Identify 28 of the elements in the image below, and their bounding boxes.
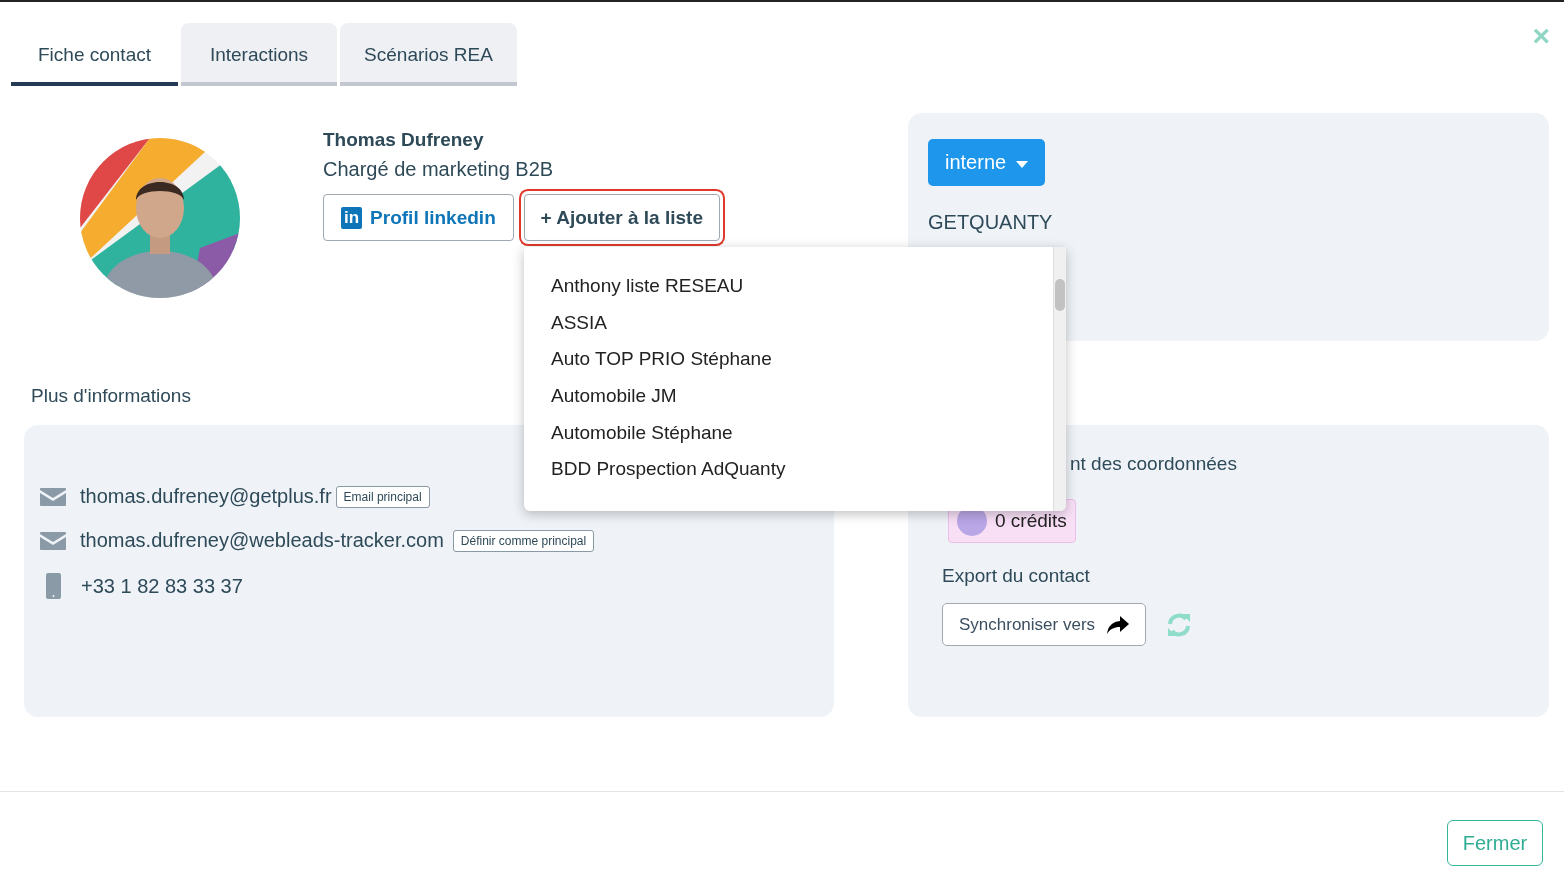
list-option[interactable]: Automobile Stéphane (524, 414, 1054, 452)
email-tag[interactable]: Email principal (335, 485, 430, 508)
email-tag[interactable]: Définir comme principal (452, 529, 595, 552)
refresh-icon[interactable] (1166, 611, 1193, 638)
job-title: Chargé de marketing B2B (323, 158, 555, 181)
envelope-icon (40, 531, 66, 550)
list-option[interactable]: ASSIA (524, 304, 1054, 342)
list-option[interactable]: Auto TOP PRIO Stéphane (524, 341, 1054, 379)
contact-name: Thomas Dufreney (323, 129, 485, 151)
tab[interactable]: Scénarios REA (340, 23, 517, 86)
phone-icon (46, 573, 61, 599)
list-option[interactable]: BDD Prospection AdQuanty (524, 451, 1054, 489)
contact-value: thomas.dufreney@getplus.fr (80, 485, 332, 508)
caret-icon (1016, 161, 1029, 168)
contact-value: +33 1 82 83 33 37 (81, 574, 243, 598)
section-title: nt des coordonnées (1069, 453, 1238, 475)
scrollbar[interactable] (1053, 247, 1066, 511)
share-arrow-icon (1107, 615, 1130, 634)
tab[interactable]: Interactions (181, 23, 337, 86)
section-title: Export du contact (942, 565, 1091, 587)
contact-value: thomas.dufreney@webleads-tracker.com (80, 529, 444, 552)
list-option[interactable]: Anthony liste RESEAU (524, 268, 1054, 305)
linkedin-button[interactable]: in Profil linkedin (323, 194, 514, 241)
envelope-icon (40, 487, 66, 506)
section-title: Plus d'informations (31, 385, 191, 407)
company-name: GETQUANTY (928, 211, 1054, 234)
list-option[interactable]: Automobile JM (524, 378, 1054, 415)
sync-button[interactable]: Synchroniser vers (942, 603, 1147, 646)
